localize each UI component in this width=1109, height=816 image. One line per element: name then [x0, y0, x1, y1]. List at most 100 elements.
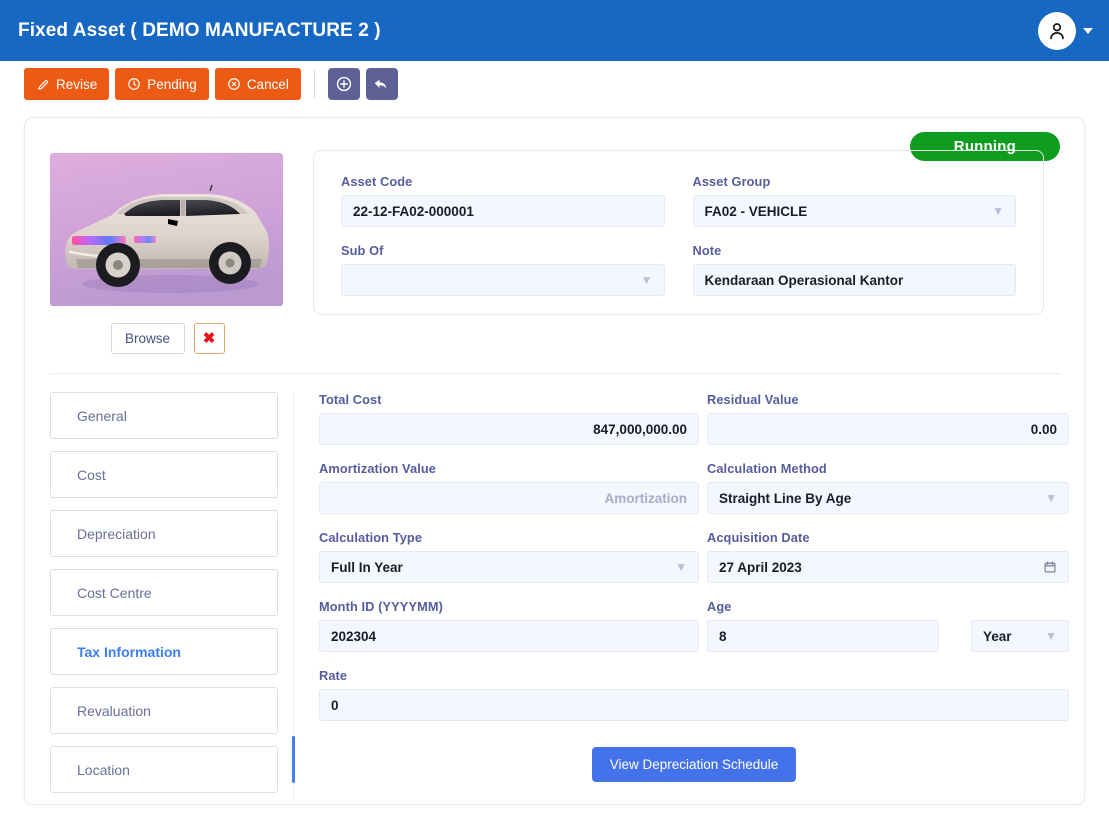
avatar[interactable] [1038, 11, 1076, 50]
month-id-field: Month ID (YYYYMM) 202304 [319, 599, 699, 652]
acquisition-date-value: 27 April 2023 [719, 559, 802, 575]
tab-list: General Cost Depreciation Cost Centre Ta… [50, 392, 278, 793]
tab-depreciation[interactable]: Depreciation [50, 510, 278, 557]
chevron-down-icon: ▼ [1045, 629, 1057, 643]
rate-label: Rate [319, 668, 348, 683]
tab-revaluation-label: Revaluation [77, 702, 151, 719]
asset-group-value: FA02 - VEHICLE [704, 203, 808, 219]
amortization-value-label: Amortization Value [319, 461, 436, 476]
acquisition-date-input[interactable]: 27 April 2023 [707, 551, 1069, 583]
total-cost-label: Total Cost [319, 392, 382, 407]
photo-actions: Browse ✖ [50, 323, 285, 354]
note-field: Note Kendaraan Operasional Kantor [692, 243, 1016, 296]
calculation-type-label: Calculation Type [319, 530, 423, 545]
residual-value-input[interactable]: 0.00 [707, 413, 1069, 445]
sub-of-select[interactable]: ▼ [341, 264, 665, 296]
pending-button-label: Pending [147, 76, 197, 92]
asset-code-input[interactable]: 22-12-FA02-000001 [341, 195, 665, 227]
app-header: Fixed Asset ( DEMO MANUFACTURE 2 ) [0, 0, 1109, 61]
tab-depreciation-label: Depreciation [77, 525, 156, 542]
asset-photo-column: Browse ✖ [50, 153, 285, 354]
caret-down-icon[interactable] [1083, 27, 1093, 34]
tab-location-label: Location [77, 761, 130, 778]
circle-plus-icon [336, 76, 352, 92]
tab-general-label: General [77, 407, 127, 424]
acquisition-date-label: Acquisition Date [707, 530, 810, 545]
month-id-input[interactable]: 202304 [319, 620, 699, 652]
detail-section: General Cost Depreciation Cost Centre Ta… [25, 392, 1086, 802]
tab-cost[interactable]: Cost [50, 451, 278, 498]
tab-location[interactable]: Location [50, 746, 278, 793]
tab-cost-label: Cost [77, 466, 106, 483]
asset-detail-card: Running Browse ✖ Asset Code 22-12-FA02-0… [24, 117, 1085, 805]
rate-field: Rate 0 [319, 668, 1069, 721]
header-user-area[interactable] [1038, 11, 1093, 50]
amortization-value-field: Amortization Value Amortization [319, 461, 699, 514]
amortization-value-input[interactable]: Amortization [319, 482, 699, 514]
age-unit-value: Year [983, 628, 1012, 644]
residual-value-label: Residual Value [707, 392, 799, 407]
month-id-value: 202304 [331, 628, 377, 644]
revise-button-label: Revise [56, 76, 98, 92]
active-tab-indicator [292, 736, 295, 783]
calendar-icon[interactable] [1043, 560, 1057, 574]
revise-button[interactable]: Revise [24, 68, 110, 100]
cancel-button-label: Cancel [246, 76, 289, 92]
form-actions: View Depreciation Schedule [319, 747, 1069, 782]
residual-value-value: 0.00 [1030, 421, 1057, 437]
undo-button[interactable] [365, 68, 398, 100]
asset-code-field: Asset Code 22-12-FA02-000001 [341, 174, 665, 227]
delete-photo-button[interactable]: ✖ [193, 323, 225, 354]
pending-button[interactable]: Pending [115, 68, 209, 100]
cancel-button[interactable]: Cancel [214, 68, 301, 100]
tab-revaluation[interactable]: Revaluation [50, 687, 278, 734]
asset-group-label: Asset Group [692, 174, 771, 189]
chevron-down-icon: ▼ [1045, 491, 1057, 505]
tab-tax-information[interactable]: Tax Information [50, 628, 278, 675]
residual-value-field: Residual Value 0.00 [707, 392, 1069, 445]
asset-group-select[interactable]: FA02 - VEHICLE ▼ [692, 195, 1016, 227]
calculation-method-value: Straight Line By Age [719, 490, 852, 506]
view-depreciation-schedule-button[interactable]: View Depreciation Schedule [591, 747, 797, 782]
calculation-method-label: Calculation Method [707, 461, 827, 476]
asset-code-label: Asset Code [341, 174, 413, 189]
add-button[interactable] [327, 68, 360, 100]
asset-photo [50, 153, 283, 306]
calculation-type-field: Calculation Type Full In Year ▼ [319, 530, 699, 583]
note-value: Kendaraan Operasional Kantor [704, 272, 904, 288]
browse-button[interactable]: Browse [110, 323, 185, 354]
calculation-method-select[interactable]: Straight Line By Age ▼ [707, 482, 1069, 514]
asset-code-value: 22-12-FA02-000001 [353, 203, 474, 219]
total-cost-value: 847,000,000.00 [593, 421, 687, 437]
toolbar-divider [313, 70, 315, 98]
total-cost-input[interactable]: 847,000,000.00 [319, 413, 699, 445]
amortization-value-placeholder: Amortization [604, 490, 688, 506]
clock-icon [128, 78, 141, 90]
total-cost-field: Total Cost 847,000,000.00 [319, 392, 699, 445]
age-input[interactable]: 8 [707, 620, 939, 652]
tab-general[interactable]: General [50, 392, 278, 439]
rate-input[interactable]: 0 [319, 689, 1069, 721]
month-id-label: Month ID (YYYYMM) [319, 599, 443, 614]
acquisition-date-field: Acquisition Date 27 April 2023 [707, 530, 1069, 583]
sub-of-field: Sub Of ▼ [341, 243, 665, 296]
sub-of-label: Sub Of [341, 243, 384, 258]
user-icon [1050, 22, 1064, 39]
chevron-down-icon: ▼ [992, 204, 1004, 218]
note-input[interactable]: Kendaraan Operasional Kantor [692, 264, 1016, 296]
asset-group-field: Asset Group FA02 - VEHICLE ▼ [692, 174, 1016, 227]
calculation-method-field: Calculation Method Straight Line By Age … [707, 461, 1069, 514]
age-label: Age [707, 599, 732, 614]
asset-info-panel: Asset Code 22-12-FA02-000001 Asset Group… [313, 150, 1044, 315]
calculation-type-value: Full In Year [331, 559, 403, 575]
asset-summary-section: Browse ✖ Asset Code 22-12-FA02-000001 As… [25, 150, 1086, 373]
section-divider [50, 373, 1061, 374]
undo-arrow-icon [375, 79, 387, 89]
page-title: Fixed Asset ( DEMO MANUFACTURE 2 ) [18, 19, 381, 41]
calculation-type-select[interactable]: Full In Year ▼ [319, 551, 699, 583]
chevron-down-icon: ▼ [675, 560, 687, 574]
tab-cost-centre[interactable]: Cost Centre [50, 569, 278, 616]
note-label: Note [692, 243, 722, 258]
rate-value: 0 [331, 697, 339, 713]
age-unit-select[interactable]: Year ▼ [971, 620, 1069, 652]
